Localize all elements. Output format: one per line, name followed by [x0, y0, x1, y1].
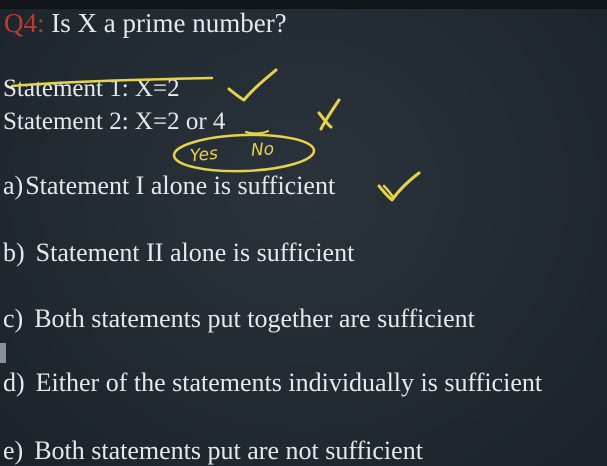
- option-a: a)Statement I alone is sufficient: [3, 170, 335, 202]
- option-c: c) Both statements put together are suffi…: [3, 303, 475, 335]
- question-label: Q4:: [4, 8, 45, 38]
- yes-no-ellipse: [172, 133, 316, 173]
- statement-1-check-icon: [227, 68, 278, 102]
- option-d-text: Either of the statements individually is…: [35, 368, 543, 397]
- question: Q4: Is X a prime number?: [4, 7, 287, 39]
- annotation-yes: Yes: [189, 144, 219, 167]
- statement-2-cross-icon-a: [317, 111, 333, 129]
- option-e: e) Both statements put are not sufficient: [3, 435, 423, 466]
- option-a-check-icon: [377, 171, 421, 202]
- option-d-letter: d): [3, 368, 25, 397]
- statement-1: Statement 1: X=2: [3, 75, 180, 102]
- option-b-letter: b): [3, 238, 25, 267]
- underline-mark: [245, 130, 269, 135]
- option-e-text: Both statements put are not sufficient: [34, 436, 423, 465]
- slide: Q4: Is X a prime number? Statement 1: X=…: [0, 0, 607, 466]
- option-c-text: Both statements put together are suffici…: [34, 304, 475, 333]
- option-b-text: Statement II alone is sufficient: [35, 238, 355, 267]
- question-text: Is X a prime number?: [51, 8, 287, 38]
- statement-2: Statement 2: X=2 or 4: [3, 108, 226, 135]
- option-a-check-icon-stroke: [382, 184, 395, 199]
- option-e-letter: e): [3, 436, 24, 465]
- side-marker: [0, 343, 6, 363]
- option-d: d) Either of the statements individually …: [3, 367, 542, 399]
- annotation-no: No: [250, 139, 274, 161]
- option-b: b) Statement II alone is sufficient: [3, 237, 354, 269]
- statement-2-cross-icon-b: [319, 98, 341, 131]
- option-a-text: Statement I alone is sufficient: [25, 171, 336, 200]
- option-c-letter: c): [3, 304, 24, 333]
- option-a-letter: a): [3, 171, 24, 200]
